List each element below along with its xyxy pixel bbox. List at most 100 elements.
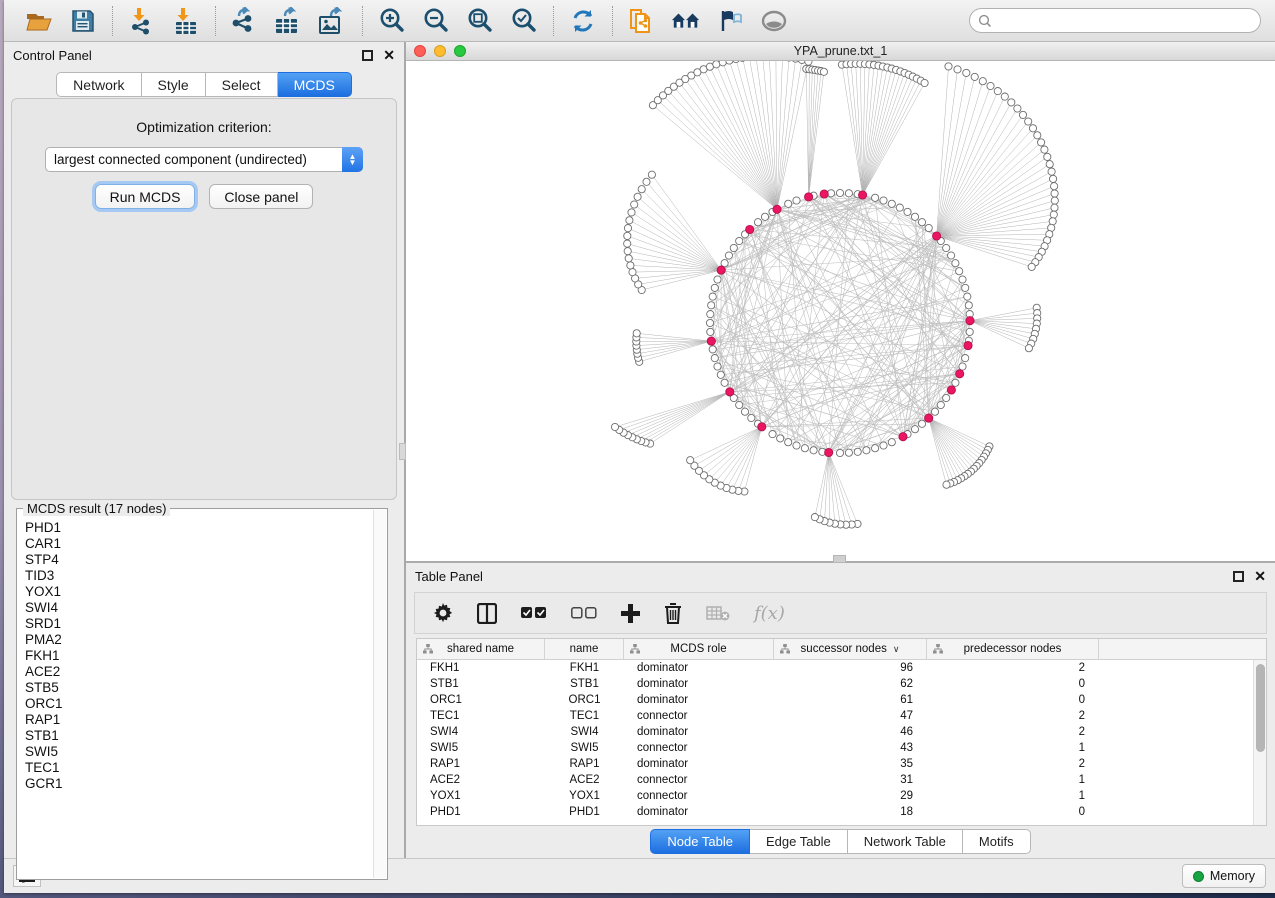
delete-column-icon[interactable] xyxy=(664,603,682,624)
column-header-successor-nodes[interactable]: successor nodes∨ xyxy=(774,639,927,659)
column-header-shared-name[interactable]: shared name xyxy=(417,639,545,659)
cell-shared-name: YOX1 xyxy=(417,790,545,802)
cell-name: ACE2 xyxy=(545,774,624,786)
horizontal-splitter-handle[interactable] xyxy=(833,555,846,563)
control-panel-tabs: NetworkStyleSelectMCDS xyxy=(4,72,404,97)
tab-style[interactable]: Style xyxy=(142,72,206,97)
column-header-name[interactable]: name xyxy=(545,639,624,659)
export-table-icon[interactable] xyxy=(274,6,304,36)
tab-motifs[interactable]: Motifs xyxy=(963,829,1031,854)
table-row[interactable]: TEC1TEC1connector472 xyxy=(417,708,1266,724)
mcds-result-item[interactable]: STP4 xyxy=(25,552,373,568)
float-panel-icon[interactable] xyxy=(362,50,373,61)
network-window-titlebar[interactable]: YPA_prune.txt_1 xyxy=(406,42,1275,61)
mcds-result-item[interactable]: TEC1 xyxy=(25,760,373,776)
column-header-predecessor-nodes[interactable]: predecessor nodes xyxy=(927,639,1099,659)
shared-column-icon xyxy=(780,644,790,657)
show-columns-icon[interactable] xyxy=(477,603,497,624)
tab-node-table[interactable]: Node Table xyxy=(650,829,750,854)
mcds-result-item[interactable]: RAP1 xyxy=(25,712,373,728)
table-row[interactable]: RAP1RAP1dominator352 xyxy=(417,756,1266,772)
table-row[interactable]: ACE2ACE2connector311 xyxy=(417,772,1266,788)
zoom-selected-icon[interactable] xyxy=(509,6,539,36)
mcds-result-item[interactable]: FKH1 xyxy=(25,648,373,664)
tab-select[interactable]: Select xyxy=(206,72,278,97)
run-mcds-button[interactable]: Run MCDS xyxy=(95,184,196,209)
mcds-result-scrollbar[interactable] xyxy=(373,510,386,878)
select-all-icon[interactable] xyxy=(521,607,547,619)
search-icon xyxy=(978,14,992,28)
cell-predecessor-nodes: 2 xyxy=(927,758,1099,770)
table-settings-gear-icon[interactable] xyxy=(433,603,453,623)
mcds-result-item[interactable]: ORC1 xyxy=(25,696,373,712)
open-file-icon[interactable] xyxy=(24,6,54,36)
cell-successor-nodes: 62 xyxy=(774,678,927,690)
tab-network[interactable]: Network xyxy=(56,72,141,97)
criterion-value: largest connected component (undirected) xyxy=(46,152,342,167)
show-graphics-details-icon[interactable] xyxy=(759,6,789,36)
mcds-panel: Optimization criterion: largest connecte… xyxy=(11,98,397,500)
mcds-result-item[interactable]: YOX1 xyxy=(25,584,373,600)
zoom-out-icon[interactable] xyxy=(421,6,451,36)
tab-network-table[interactable]: Network Table xyxy=(848,829,963,854)
flags-icon[interactable] xyxy=(715,6,745,36)
save-session-icon[interactable] xyxy=(68,6,98,36)
table-scrollbar[interactable] xyxy=(1253,660,1266,825)
cell-successor-nodes: 47 xyxy=(774,710,927,722)
deselect-all-icon[interactable] xyxy=(571,607,597,619)
column-label: name xyxy=(570,643,599,655)
cell-shared-name: SWI5 xyxy=(417,742,545,754)
table-row[interactable]: STB1STB1dominator620 xyxy=(417,676,1266,692)
table-row[interactable]: SWI4SWI4dominator462 xyxy=(417,724,1266,740)
application-window: Control Panel ✕ NetworkStyleSelectMCDS O… xyxy=(4,0,1275,893)
table-row[interactable]: YOX1YOX1connector291 xyxy=(417,788,1266,804)
mcds-result-item[interactable]: TID3 xyxy=(25,568,373,584)
close-panel-icon[interactable]: ✕ xyxy=(383,50,395,61)
mcds-result-item[interactable]: GCR1 xyxy=(25,776,373,792)
close-table-panel-icon[interactable]: ✕ xyxy=(1254,571,1266,582)
export-network-icon[interactable] xyxy=(230,6,260,36)
cell-shared-name: PHD1 xyxy=(417,806,545,818)
search-input[interactable] xyxy=(992,14,1252,28)
network-canvas[interactable] xyxy=(406,61,1275,561)
optimization-criterion-label: Optimization criterion: xyxy=(12,119,396,135)
import-table-icon[interactable] xyxy=(171,6,201,36)
memory-button[interactable]: Memory xyxy=(1182,864,1266,888)
cell-shared-name: FKH1 xyxy=(417,662,545,674)
column-header-MCDS-role[interactable]: MCDS role xyxy=(624,639,774,659)
mcds-result-item[interactable]: CAR1 xyxy=(25,536,373,552)
column-label: MCDS role xyxy=(670,643,726,655)
mcds-result-list[interactable]: PHD1CAR1STP4TID3YOX1SWI4SRD1PMA2FKH1ACE2… xyxy=(18,510,373,878)
mcds-result-group: MCDS result (17 nodes) PHD1CAR1STP4TID3Y… xyxy=(16,508,388,880)
float-table-panel-icon[interactable] xyxy=(1233,571,1244,582)
mcds-result-item[interactable]: SRD1 xyxy=(25,616,373,632)
search-box[interactable] xyxy=(969,8,1261,33)
mcds-result-item[interactable]: SWI4 xyxy=(25,600,373,616)
duplicate-network-icon[interactable] xyxy=(627,6,657,36)
add-column-icon[interactable] xyxy=(621,604,640,623)
mcds-result-item[interactable]: PMA2 xyxy=(25,632,373,648)
mcds-result-item[interactable]: ACE2 xyxy=(25,664,373,680)
close-panel-button[interactable]: Close panel xyxy=(209,184,313,209)
home-icon[interactable] xyxy=(671,6,701,36)
mcds-result-item[interactable]: STB1 xyxy=(25,728,373,744)
criterion-dropdown[interactable]: largest connected component (undirected)… xyxy=(45,147,363,172)
mcds-result-item[interactable]: STB5 xyxy=(25,680,373,696)
cell-successor-nodes: 46 xyxy=(774,726,927,738)
tab-mcds[interactable]: MCDS xyxy=(278,72,352,97)
export-image-icon[interactable] xyxy=(318,6,348,36)
refresh-layout-icon[interactable] xyxy=(568,6,598,36)
table-scrollbar-thumb[interactable] xyxy=(1256,664,1265,752)
table-row[interactable]: ORC1ORC1dominator610 xyxy=(417,692,1266,708)
tab-edge-table[interactable]: Edge Table xyxy=(750,829,848,854)
import-network-icon[interactable] xyxy=(127,6,157,36)
zoom-in-icon[interactable] xyxy=(377,6,407,36)
cell-predecessor-nodes: 0 xyxy=(927,694,1099,706)
table-row[interactable]: SWI5SWI5connector431 xyxy=(417,740,1266,756)
zoom-fit-icon[interactable] xyxy=(465,6,495,36)
table-row[interactable]: FKH1FKH1dominator962 xyxy=(417,660,1266,676)
mcds-result-item[interactable]: PHD1 xyxy=(25,520,373,536)
vertical-splitter-handle[interactable] xyxy=(399,443,406,460)
table-row[interactable]: PHD1PHD1dominator180 xyxy=(417,804,1266,820)
mcds-result-item[interactable]: SWI5 xyxy=(25,744,373,760)
